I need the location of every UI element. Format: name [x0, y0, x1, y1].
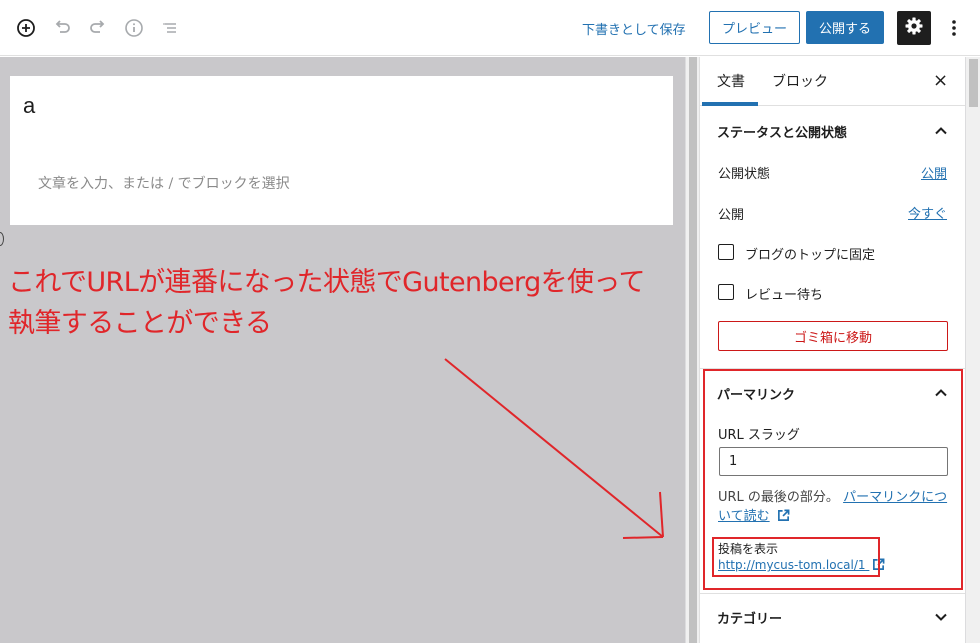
editor-canvas: a 文章を入力、または / でブロックを選択 これでURLが連番になった状態でG… [0, 57, 685, 643]
gear-icon [904, 16, 924, 40]
panel-divider [700, 593, 966, 594]
annotation-line-1: これでURLが連番になった状態でGutenbergを使って [8, 267, 645, 298]
sidebar-scrollbar[interactable] [965, 57, 980, 643]
top-toolbar: 下書きとして保存 プレビュー 公開する [0, 0, 980, 56]
annotation-text: これでURLが連番になった状態でGutenbergを使って 執筆することができる [8, 262, 680, 344]
sidebar-scrollbar-thumb[interactable] [969, 59, 978, 107]
undo-icon[interactable] [50, 16, 74, 40]
block-inserter-handle[interactable] [0, 232, 4, 246]
chevron-down-icon[interactable] [933, 609, 949, 625]
more-vertical-icon[interactable] [944, 16, 964, 40]
publish-date-link[interactable]: 今すぐ [908, 203, 947, 222]
active-tab-indicator [702, 102, 758, 106]
visibility-link[interactable]: 公開 [921, 163, 947, 182]
settings-button[interactable] [897, 11, 931, 45]
publish-label: 公開 [718, 208, 745, 223]
tab-block[interactable]: ブロック [772, 71, 828, 91]
sticky-label: ブログのトップに固定 [745, 248, 876, 263]
chevron-up-icon[interactable] [933, 123, 949, 139]
pending-review-checkbox[interactable] [718, 284, 734, 300]
post-title[interactable]: a [23, 93, 35, 119]
tab-document[interactable]: 文書 [717, 71, 745, 91]
block-placeholder[interactable]: 文章を入力、または / でブロックを選択 [38, 173, 290, 193]
publish-button[interactable]: 公開する [806, 11, 884, 44]
visibility-label: 公開状態 [718, 167, 771, 182]
scrollbar-thumb[interactable] [689, 57, 697, 643]
preview-button[interactable]: プレビュー [709, 11, 800, 44]
sidebar-tabs: 文書 ブロック × [700, 57, 966, 106]
annotation-arrow [444, 358, 664, 539]
category-panel-title[interactable]: カテゴリー [717, 608, 782, 627]
save-draft-button[interactable]: 下書きとして保存 [582, 19, 686, 38]
list-view-icon[interactable] [158, 16, 182, 40]
sticky-checkbox[interactable] [718, 244, 734, 260]
editor-scrollbar[interactable] [685, 57, 699, 643]
pending-review-label: レビュー待ち [745, 288, 824, 303]
move-to-trash-button[interactable]: ゴミ箱に移動 [718, 321, 948, 351]
info-icon[interactable] [122, 16, 146, 40]
add-block-icon[interactable] [14, 16, 38, 40]
annotation-line-2: 執筆することができる [8, 308, 272, 339]
status-panel-title[interactable]: ステータスと公開状態 [717, 122, 847, 141]
annotation-box-view-post [712, 537, 880, 577]
close-icon[interactable]: × [933, 70, 948, 91]
redo-icon[interactable] [86, 16, 110, 40]
post-content-card: a 文章を入力、または / でブロックを選択 [10, 76, 673, 225]
